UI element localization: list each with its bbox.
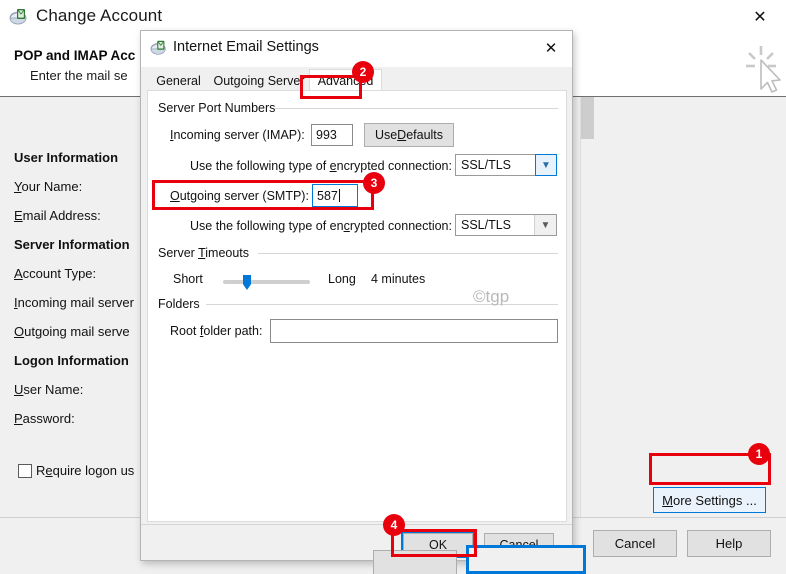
dialog-close-icon[interactable]: ✕ [534, 35, 568, 61]
server-timeout-slider[interactable] [223, 280, 310, 284]
click-cursor-icon [744, 44, 784, 94]
annotation-box-2 [300, 75, 362, 99]
incoming-imap-port-field[interactable]: 993 [311, 124, 353, 146]
label-user-information: User Information [14, 150, 119, 165]
annotation-box-3 [152, 180, 374, 210]
group-rule-server-port-numbers [274, 108, 558, 109]
label-password: Password: [14, 411, 75, 426]
annotation-badge-2: 2 [352, 61, 374, 83]
annotation-box-4 [391, 529, 477, 557]
dialog-title: Internet Email Settings [173, 39, 319, 55]
group-label-folders: Folders [158, 297, 205, 311]
screenshot-root: Change Account ✕ POP and IMAP Acc Enter … [0, 0, 786, 574]
watermark: ©tgp [473, 287, 510, 306]
outgoing-encryption-value: SSL/TLS [461, 218, 512, 232]
label-encrypted-connection-incoming: Use the following type of encrypted conn… [190, 159, 452, 173]
annotation-badge-1: 1 [748, 443, 770, 465]
label-your-name: Your Name: [14, 179, 83, 194]
timeout-long-label: Long [328, 272, 356, 286]
close-icon[interactable]: ✕ [742, 3, 778, 31]
label-incoming-server-imap: Incoming server (IMAP): [170, 128, 305, 142]
root-folder-path-field[interactable] [270, 319, 558, 343]
pane-scrollbar-thumb[interactable] [581, 97, 594, 139]
label-root-folder-path: Root folder path: [170, 324, 263, 338]
group-label-server-timeouts: Server Timeouts [158, 246, 255, 260]
label-outgoing-mail-server: Outgoing mail serve [14, 324, 130, 339]
incoming-encryption-value: SSL/TLS [461, 158, 512, 172]
label-account-type: Account Type: [14, 266, 97, 281]
label-server-information: Server Information [14, 237, 130, 252]
label-email-address: Email Address: [14, 208, 101, 223]
pane-scrollbar[interactable] [580, 97, 594, 517]
tab-general[interactable]: General [148, 70, 209, 91]
outlook-account-icon [9, 7, 29, 27]
label-logon-information: Logon Information [14, 353, 129, 368]
occluded-next-button[interactable] [466, 545, 586, 574]
main-help-button[interactable]: Help [687, 530, 771, 557]
main-window-titlebar: Change Account ✕ [0, 0, 786, 34]
timeout-short-label: Short [173, 272, 203, 286]
page-title: POP and IMAP Acc [14, 48, 136, 63]
outgoing-encryption-combo[interactable]: SSL/TLS ▼ [455, 214, 557, 236]
chevron-down-icon[interactable]: ▼ [535, 154, 557, 176]
use-defaults-button[interactable]: Use Defaults [364, 123, 454, 147]
incoming-encryption-combo[interactable]: SSL/TLS ▼ [455, 154, 557, 176]
advanced-tab-page: Server Port Numbers Incoming server (IMA… [147, 90, 567, 522]
chevron-down-icon[interactable]: ▼ [534, 215, 556, 235]
server-timeout-slider-thumb[interactable] [243, 275, 251, 290]
outlook-account-icon [150, 39, 168, 57]
group-label-server-port-numbers: Server Port Numbers [158, 101, 281, 115]
label-incoming-mail-server: Incoming mail server [14, 295, 134, 310]
label-user-name: User Name: [14, 382, 84, 397]
main-window-title: Change Account [36, 6, 163, 25]
main-cancel-button[interactable]: Cancel [593, 530, 677, 557]
timeout-value-label: 4 minutes [371, 272, 426, 286]
dialog-footer-divider [141, 524, 572, 525]
require-logon-label: Require logon us [36, 463, 135, 478]
annotation-badge-4: 4 [383, 514, 405, 536]
label-encrypted-connection-outgoing: Use the following type of encrypted conn… [190, 219, 452, 233]
page-subtitle: Enter the mail se [30, 68, 128, 83]
tab-outgoing-server[interactable]: Outgoing Server [209, 70, 309, 91]
annotation-badge-3: 3 [363, 172, 385, 194]
more-settings-button[interactable]: More Settings ... [653, 487, 766, 513]
require-logon-checkbox[interactable] [18, 464, 32, 478]
internet-email-settings-dialog: Internet Email Settings ✕ General Outgoi… [140, 30, 573, 561]
group-rule-server-timeouts [258, 253, 558, 254]
